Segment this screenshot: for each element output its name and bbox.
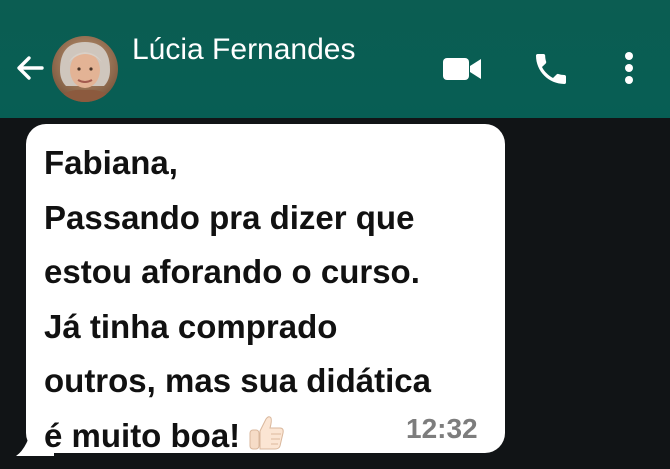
back-arrow-icon[interactable] xyxy=(12,50,48,86)
message-text-content: Fabiana, Passando pra dizer que estou af… xyxy=(44,144,431,454)
chat-header: Lúcia Fernandes xyxy=(0,0,670,118)
contact-name[interactable]: Lúcia Fernandes xyxy=(132,30,355,70)
thumbs-up-icon xyxy=(246,413,286,453)
message-time: 12:32 xyxy=(406,413,478,444)
more-vert-icon[interactable] xyxy=(618,50,640,86)
contact-avatar[interactable] xyxy=(52,36,118,102)
phone-icon[interactable] xyxy=(531,49,571,89)
video-call-icon[interactable] xyxy=(441,54,483,84)
